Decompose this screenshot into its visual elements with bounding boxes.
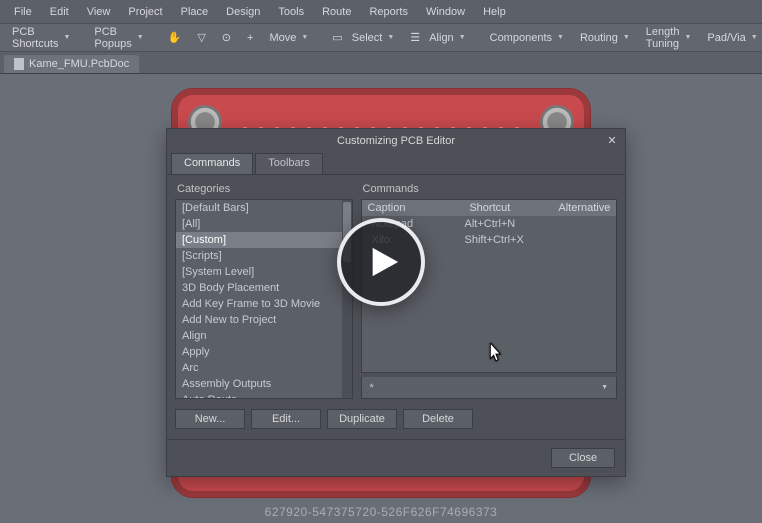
- filter-text: *: [370, 382, 374, 394]
- category-item[interactable]: Arc: [176, 360, 352, 376]
- chevron-down-icon: ▼: [601, 384, 608, 391]
- command-shortcut: Alt+Ctrl+N: [465, 218, 550, 230]
- filter-row[interactable]: * ▼: [361, 377, 617, 399]
- dialog-footer: Close: [167, 439, 625, 476]
- dialog-title: Customizing PCB Editor: [337, 135, 455, 147]
- category-item[interactable]: [System Level]: [176, 264, 352, 280]
- category-item[interactable]: Auto Route: [176, 392, 352, 398]
- category-item[interactable]: [Default Bars]: [176, 200, 352, 216]
- video-play-button[interactable]: [337, 218, 425, 306]
- commands-heading: Commands: [361, 183, 617, 195]
- commands-header: Caption Shortcut Alternative: [361, 199, 617, 216]
- categories-listbox[interactable]: [Default Bars][All][Custom][Scripts][Sys…: [175, 199, 353, 399]
- duplicate-button[interactable]: Duplicate: [327, 409, 397, 429]
- dialog-button-row: New... Edit... Duplicate Delete: [167, 407, 625, 439]
- category-item[interactable]: Apply: [176, 344, 352, 360]
- col-shortcut: Shortcut: [463, 200, 552, 216]
- tab-commands[interactable]: Commands: [171, 153, 253, 174]
- category-item[interactable]: [Scripts]: [176, 248, 352, 264]
- col-caption: Caption: [362, 200, 464, 216]
- category-item[interactable]: [All]: [176, 216, 352, 232]
- dialog-tabs: Commands Toolbars: [167, 153, 625, 175]
- close-icon[interactable]: ✕: [605, 133, 619, 147]
- category-item[interactable]: Align: [176, 328, 352, 344]
- new-button[interactable]: New...: [175, 409, 245, 429]
- command-alt: [549, 218, 610, 230]
- tab-toolbars[interactable]: Toolbars: [255, 153, 323, 174]
- category-item[interactable]: Assembly Outputs: [176, 376, 352, 392]
- category-item[interactable]: Add New to Project: [176, 312, 352, 328]
- command-shortcut: Shift+Ctrl+X: [465, 234, 550, 246]
- dialog-title-bar[interactable]: Customizing PCB Editor ✕: [167, 129, 625, 153]
- category-item[interactable]: [Custom]: [176, 232, 352, 248]
- category-item[interactable]: Add Key Frame to 3D Movie: [176, 296, 352, 312]
- categories-heading: Categories: [175, 183, 353, 195]
- col-alternative: Alternative: [552, 200, 616, 216]
- close-button[interactable]: Close: [551, 448, 615, 468]
- edit-button[interactable]: Edit...: [251, 409, 321, 429]
- category-item[interactable]: 3D Body Placement: [176, 280, 352, 296]
- command-alt: [549, 234, 610, 246]
- play-icon: [367, 245, 401, 279]
- categories-column: Categories [Default Bars][All][Custom][S…: [175, 183, 353, 399]
- delete-button[interactable]: Delete: [403, 409, 473, 429]
